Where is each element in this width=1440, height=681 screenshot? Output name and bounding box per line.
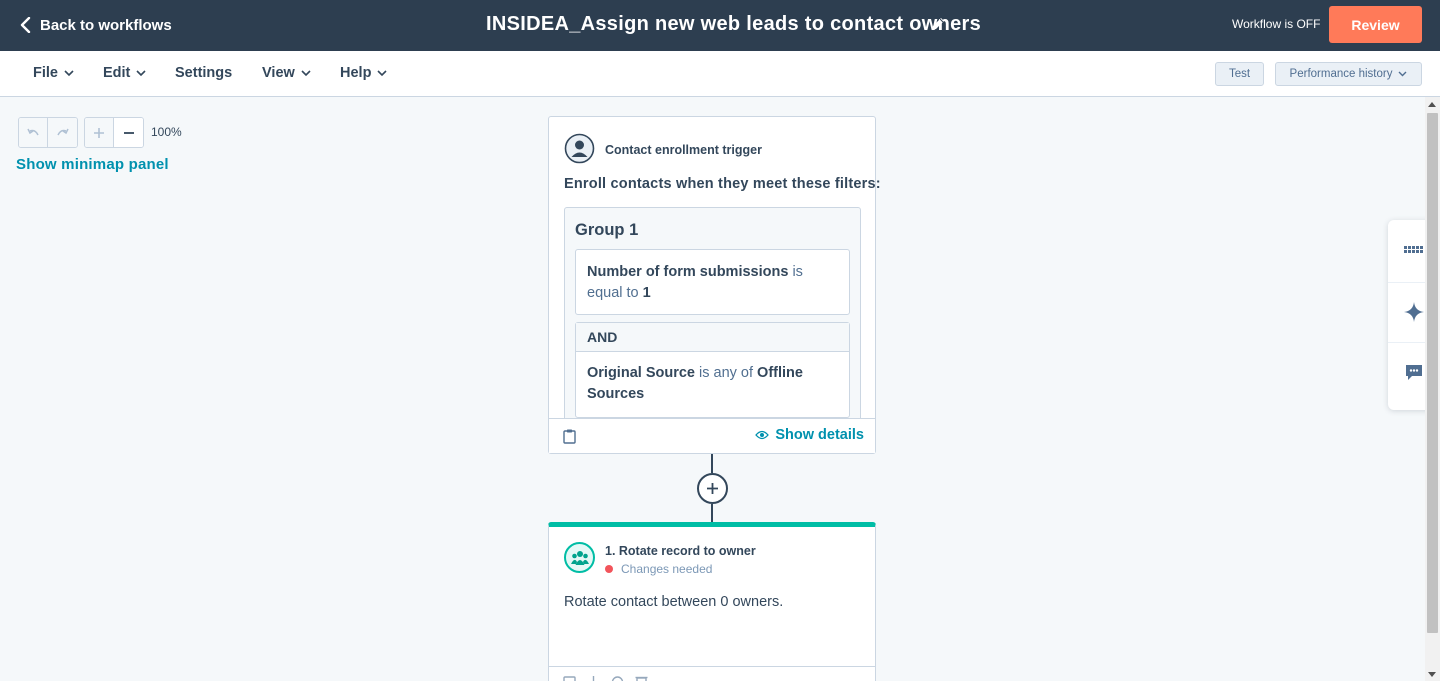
back-to-workflows-link[interactable]: Back to workflows: [20, 14, 172, 36]
chevron-down-icon: [136, 69, 146, 76]
performance-history-button[interactable]: Performance history: [1275, 62, 1422, 86]
scroll-up-arrow[interactable]: [1428, 102, 1436, 107]
workflow-status: Workflow is OFF: [1232, 17, 1321, 31]
chat-icon: [1406, 364, 1422, 380]
filter-property: Number of form submissions: [587, 264, 789, 280]
filter-rule-text: Original Source is any of Offline Source…: [587, 363, 827, 405]
show-details-label: Show details: [775, 427, 864, 443]
menu-view-label: View: [262, 65, 295, 81]
action-card-footer: [549, 666, 875, 681]
review-button[interactable]: Review: [1329, 6, 1422, 43]
grid-icon: [1404, 246, 1423, 253]
clone-icon[interactable]: [611, 675, 624, 681]
zoom-out-button[interactable]: [114, 118, 143, 147]
performance-history-label: Performance history: [1289, 68, 1393, 80]
filter-rule[interactable]: AND Original Source is any of Offline So…: [575, 322, 850, 418]
workflow-header: Back to workflows INSIDEA_Assign new web…: [0, 0, 1440, 51]
menu-view[interactable]: View: [262, 65, 311, 81]
undo-redo-group: [18, 117, 78, 148]
chevron-left-icon: [20, 17, 31, 33]
pencil-icon[interactable]: [930, 16, 946, 32]
undo-icon: [27, 128, 39, 135]
menu-settings-label: Settings: [175, 65, 233, 81]
canvas-scrollbar[interactable]: [1425, 97, 1440, 681]
rotate-owner-action-card[interactable]: 1. Rotate record to owner Changes needed…: [548, 522, 876, 681]
trigger-heading: Contact enrollment trigger: [605, 143, 762, 157]
contact-avatar-icon: [564, 133, 595, 164]
and-label: AND: [587, 329, 618, 345]
chevron-down-icon: [1398, 71, 1407, 77]
redo-icon: [56, 128, 69, 135]
enroll-text: Enroll contacts when they meet these fil…: [564, 176, 881, 192]
show-details-link[interactable]: Show details: [755, 427, 864, 443]
chevron-down-icon: [301, 69, 311, 76]
menu-help-label: Help: [340, 65, 372, 81]
menu-settings[interactable]: Settings: [175, 65, 232, 81]
menu-file-label: File: [33, 65, 58, 81]
filter-group: Group 1 Number of form submissions is eq…: [564, 207, 861, 427]
enrollment-trigger-card[interactable]: Contact enrollment trigger Enroll contac…: [548, 116, 881, 454]
test-button[interactable]: Test: [1215, 62, 1264, 86]
chevron-down-icon: [377, 69, 387, 76]
show-minimap-link[interactable]: Show minimap panel: [16, 156, 169, 173]
zoom-group: [84, 117, 144, 148]
action-heading: 1. Rotate record to owner: [605, 544, 756, 558]
team-icon: [564, 542, 595, 573]
menu-bar: File Edit Settings View Help Test Perfor…: [0, 51, 1440, 97]
and-divider: AND: [576, 323, 849, 352]
scroll-thumb[interactable]: [1427, 113, 1438, 633]
filter-rule[interactable]: Number of form submissions is equal to 1: [575, 249, 850, 315]
connector-line: [711, 454, 713, 473]
filter-value: 1: [642, 285, 651, 301]
action-description: Rotate contact between 0 owners.: [564, 594, 784, 610]
filter-rule-text: Number of form submissions is equal to 1: [587, 262, 842, 304]
trigger-card-footer: Show details: [549, 418, 875, 453]
sparkle-icon: [1404, 301, 1424, 322]
clipboard-icon[interactable]: [563, 429, 576, 444]
filter-operator: is any of: [699, 365, 754, 381]
status-dot: [605, 565, 613, 573]
clipboard-icon[interactable]: [563, 675, 576, 681]
move-icon[interactable]: [587, 675, 600, 681]
redo-button[interactable]: [48, 118, 77, 147]
connector-line: [711, 504, 713, 522]
workflow-title[interactable]: INSIDEA_Assign new web leads to contact …: [486, 13, 981, 36]
plus-icon: [94, 127, 104, 138]
group-title: Group 1: [575, 221, 639, 239]
scroll-down-arrow[interactable]: [1428, 672, 1436, 677]
add-action-button[interactable]: [697, 473, 728, 504]
undo-button[interactable]: [19, 118, 48, 147]
trash-icon[interactable]: [635, 675, 648, 681]
menu-file[interactable]: File: [33, 65, 74, 81]
plus-icon: [707, 483, 718, 494]
eye-icon: [755, 430, 770, 440]
menu-edit-label: Edit: [103, 65, 131, 81]
minus-icon: [123, 131, 134, 134]
chevron-down-icon: [64, 69, 74, 76]
menu-edit[interactable]: Edit: [103, 65, 146, 81]
zoom-level: 100%: [151, 125, 182, 139]
zoom-in-button[interactable]: [85, 118, 114, 147]
action-status: Changes needed: [605, 562, 712, 576]
filter-property: Original Source: [587, 365, 695, 381]
back-label: Back to workflows: [40, 16, 172, 34]
action-status-label: Changes needed: [621, 562, 713, 576]
menu-help[interactable]: Help: [340, 65, 387, 81]
